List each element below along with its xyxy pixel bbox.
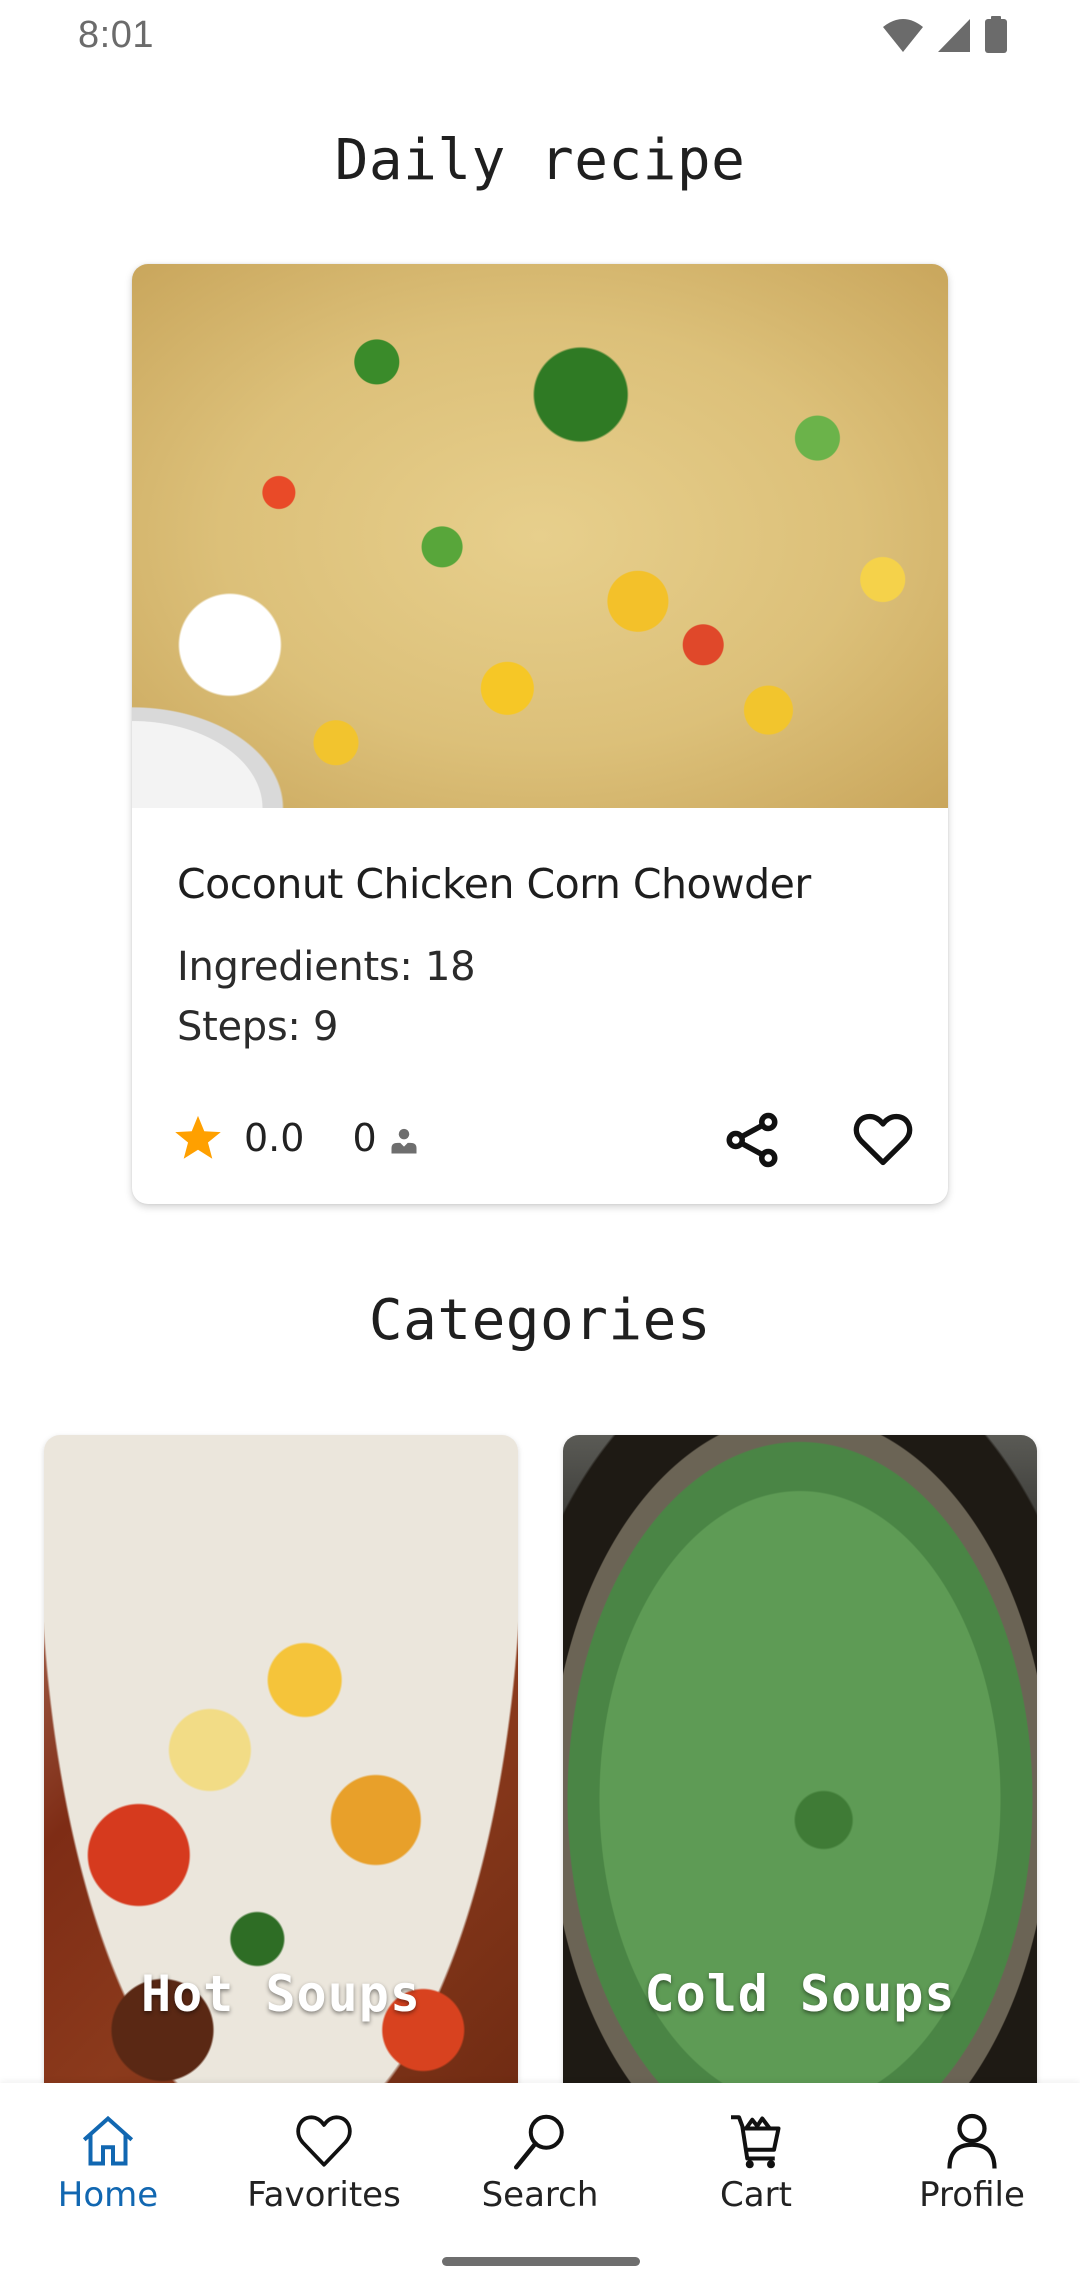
category-card-cold-soups[interactable]: Cold Soups [563,1435,1037,2135]
share-icon[interactable] [722,1110,782,1170]
battery-icon [985,16,1007,53]
search-icon [514,2114,564,2170]
favorite-heart-icon[interactable] [852,1110,914,1170]
heart-icon [296,2115,352,2167]
home-screen: 8:01 Daily recipe Coconut Chicken Corn C… [0,0,1080,2280]
categories-heading: Categories [368,1288,712,1353]
nav-item-search[interactable]: Search [432,2083,648,2233]
status-icons [882,16,1008,54]
person-icon [391,1128,417,1154]
nav-item-cart[interactable]: Cart [648,2083,864,2233]
nav-label: Search [481,2175,599,2215]
home-icon [82,2115,134,2166]
nav-item-profile[interactable]: Profile [864,2083,1080,2233]
cart-icon [731,2115,781,2169]
daily-recipe-card[interactable]: Coconut Chicken Corn Chowder [132,264,948,1204]
recipe-image[interactable] [132,264,948,808]
category-label: Cold Soups [644,1965,956,2023]
star-icon [175,1115,221,1159]
rating-value: 0.0 [244,1116,305,1160]
recipe-title: Coconut Chicken Corn Chowder [177,860,811,908]
nav-label: Home [57,2175,159,2215]
ratings-count: 0 [352,1116,377,1160]
status-time: 8:01 [78,14,154,56]
category-card-hot-soups[interactable]: Hot Soups [44,1435,518,2135]
nav-label: Cart [720,2175,792,2215]
recipe-steps-count: Steps: 9 [177,1004,339,1050]
nav-label: Favorites [247,2175,401,2215]
daily-recipe-heading: Daily recipe [334,128,746,193]
nav-item-favorites[interactable]: Favorites [216,2083,432,2233]
cell-signal-icon [938,19,970,52]
home-indicator[interactable] [442,2257,640,2266]
wifi-icon [883,19,923,52]
recipe-ingredients-count: Ingredients: 18 [177,944,476,990]
rating-row: 0.0 0 [172,1112,419,1164]
nav-label: Profile [919,2175,1025,2215]
profile-icon [947,2113,997,2169]
bottom-navigation: Home Favorites Search Cart Profile [0,2083,1080,2280]
category-label: Hot Soups [141,1965,421,2023]
nav-item-home[interactable]: Home [0,2083,216,2233]
